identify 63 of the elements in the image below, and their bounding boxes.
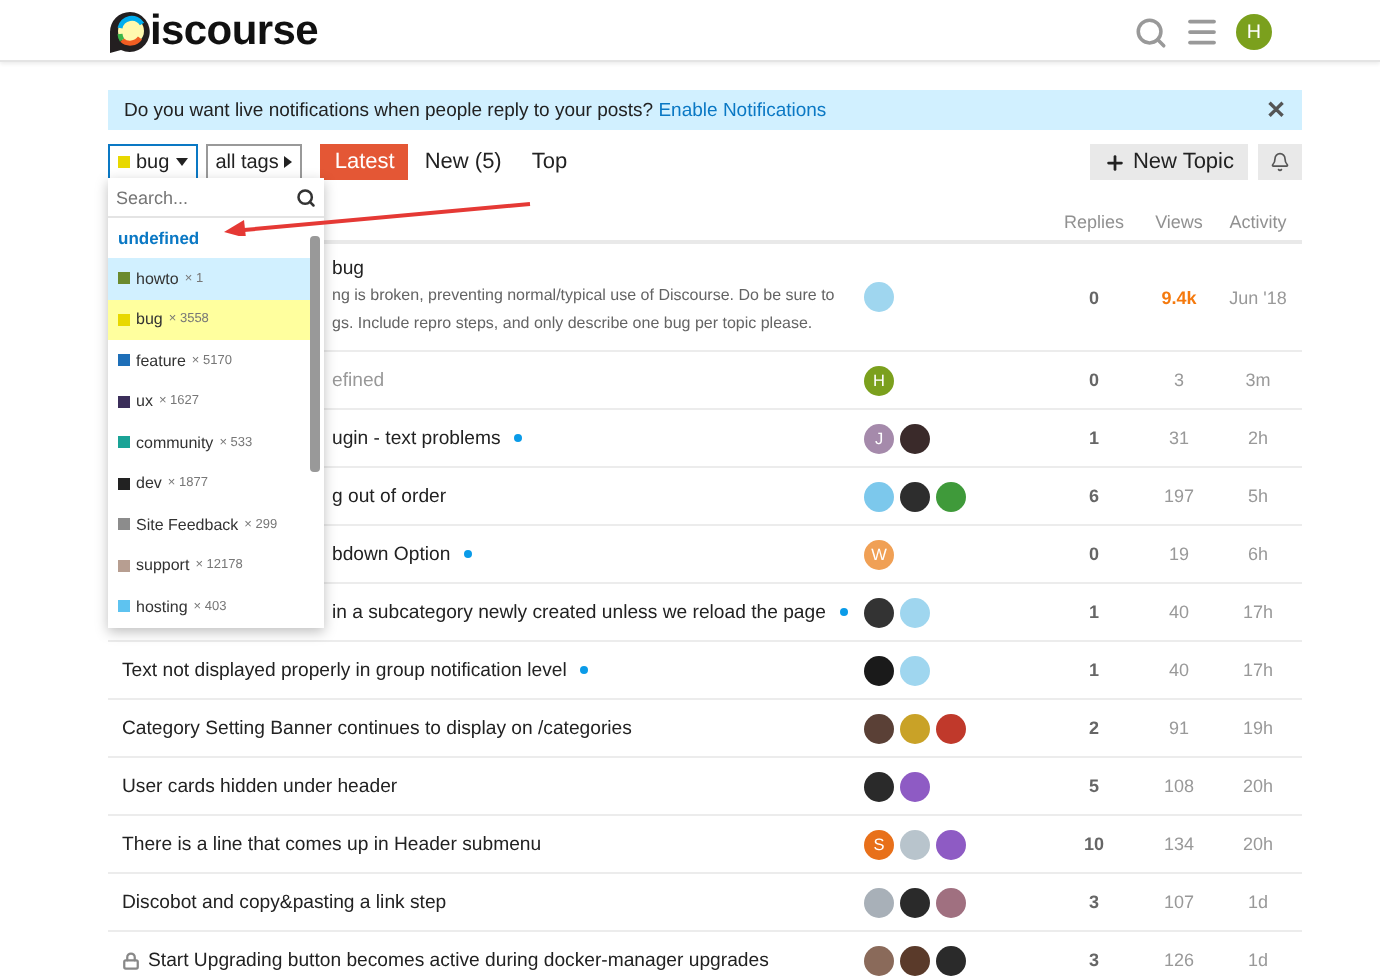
nav-tab[interactable]: Top: [517, 144, 582, 180]
topic-title[interactable]: There is a line that comes up in Header submenu: [122, 833, 542, 855]
enable-notifications-link[interactable]: Enable Notifications: [658, 99, 827, 121]
topic-excerpt: ng is broken, preventing normal/typical use of Discourse. Do be sure to: [332, 284, 837, 308]
topic-row[interactable]: Category Setting Banner continues to display on /categories 2 91 19h: [108, 700, 1302, 758]
topic-title[interactable]: bdown Option: [332, 543, 451, 565]
close-button[interactable]: ✕: [1266, 96, 1286, 124]
views-count: 40: [1166, 602, 1191, 622]
topic-row[interactable]: Discobot and copy&pasting a link step 3 107 1d: [108, 874, 1302, 932]
topic-title[interactable]: ugin - text problems: [332, 427, 501, 449]
replies-count: 0: [1086, 544, 1101, 564]
replies-count: 1: [1086, 602, 1101, 622]
replies-count: 1: [1086, 428, 1101, 448]
tag-name: ux: [136, 392, 153, 411]
replies-count: 6: [1086, 486, 1101, 506]
tag-name: community: [136, 433, 214, 452]
topic-row[interactable]: Text not displayed properly in group notification level 1 40 17h: [108, 642, 1302, 700]
replies-count: 2: [1086, 718, 1101, 738]
tag-name: dev: [136, 474, 162, 493]
tag-name: bug: [136, 310, 163, 329]
replies-count: 1: [1086, 660, 1101, 680]
nav-tab[interactable]: Latest: [320, 144, 409, 180]
views-count: 197: [1161, 486, 1197, 506]
replies-count: 0: [1086, 287, 1101, 307]
replies-count: 5: [1086, 776, 1101, 796]
tag-name: howto: [136, 269, 179, 288]
views-count: 3: [1171, 370, 1186, 390]
views-count: 9.4k: [1159, 287, 1199, 307]
views-count: 108: [1161, 776, 1197, 796]
topic-row[interactable]: User cards hidden under header 5 108 20h: [108, 758, 1302, 816]
tags-dropdown[interactable]: all tags: [205, 144, 303, 180]
topic-title[interactable]: Category Setting Banner continues to display on /categories: [122, 717, 632, 739]
new-topic-button[interactable]: New Topic: [1090, 144, 1248, 180]
views-count: 126: [1161, 950, 1197, 970]
replies-count: 10: [1081, 834, 1106, 854]
topic-title[interactable]: User cards hidden under header: [122, 775, 398, 797]
logo-text: iscourse: [150, 8, 318, 56]
views-count: 31: [1166, 428, 1191, 448]
tag-search-field[interactable]: Search...: [108, 178, 324, 218]
topic-title[interactable]: Text not displayed properly in group notification level: [122, 659, 567, 681]
category-dropdown[interactable]: bug: [108, 144, 198, 180]
topic-title[interactable]: Start Upgrading button becomes active during docker-manager upgrades: [148, 949, 769, 971]
replies-count: 3: [1086, 892, 1101, 912]
topic-row[interactable]: There is a line that comes up in Header submenu S 10 134 20h: [108, 816, 1302, 874]
topic-excerpt: gs. Include repro steps, and only describe one bug per topic please.: [332, 312, 815, 336]
tag-name: support: [136, 556, 190, 575]
tag-name: hosting: [136, 597, 188, 616]
banner-text: Do you want live notifications when people reply to your posts?: [124, 99, 656, 121]
topic-title[interactable]: bug: [332, 258, 365, 280]
views-count: 134: [1161, 834, 1197, 854]
replies-count: 3: [1086, 950, 1101, 970]
nav-tab[interactable]: New (5): [410, 144, 516, 180]
views-count: 107: [1161, 892, 1197, 912]
discourse-logo[interactable]: iscourse: [108, 8, 318, 56]
topic-title[interactable]: Discobot and copy&pasting a link step: [122, 891, 447, 913]
topic-title[interactable]: g out of order: [332, 485, 447, 507]
topic-row[interactable]: Start Upgrading button becomes active during docker-manager upgrades 3 126 1d: [108, 932, 1302, 980]
views-count: 40: [1166, 660, 1191, 680]
views-count: 19: [1166, 544, 1191, 564]
views-count: 91: [1166, 718, 1191, 738]
tag-name: feature: [136, 351, 186, 370]
replies-count: 0: [1086, 370, 1101, 390]
topic-title[interactable]: in a subcategory newly created unless we reload the page: [332, 601, 826, 623]
